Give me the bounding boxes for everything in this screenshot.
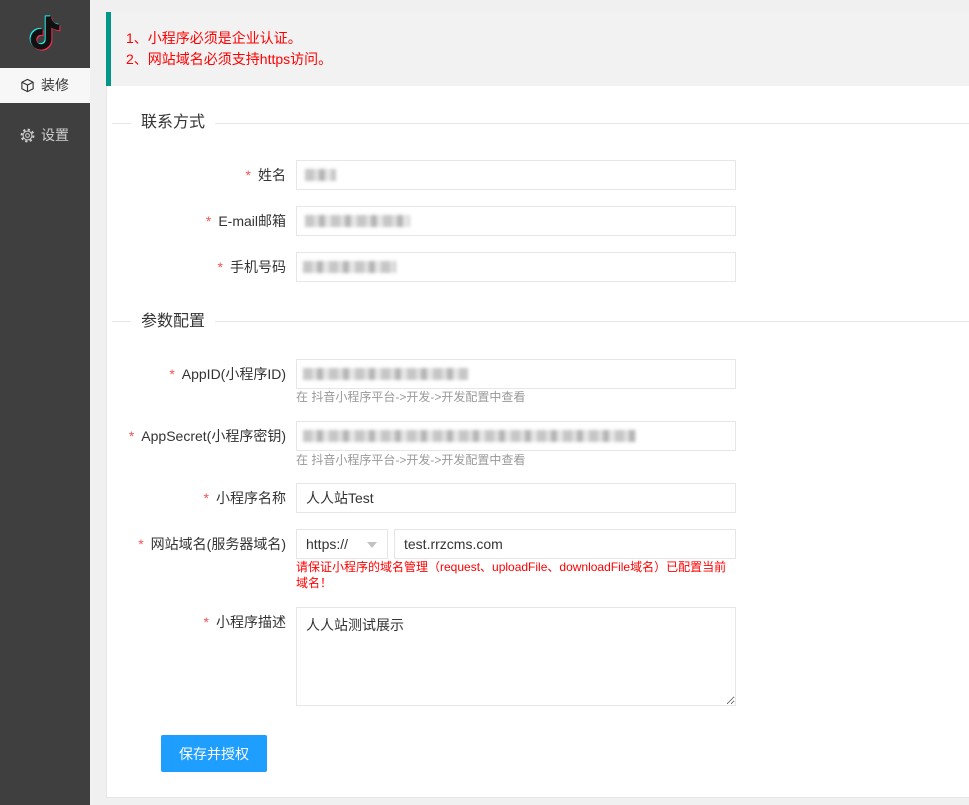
gear-icon [20,128,35,143]
required-mark: * [203,490,209,506]
appsecret-help-text: 在 抖音小程序平台->开发->开发配置中查看 [296,453,526,467]
sidebar-item-decorate[interactable]: 装修 [0,68,90,103]
name-label: * 姓名 [106,160,286,190]
notice-line: 1、小程序必须是企业认证。 [126,30,302,46]
app-name-input[interactable] [296,483,736,513]
appid-help-text: 在 抖音小程序平台->开发->开发配置中查看 [296,390,526,404]
sidebar-item-settings[interactable]: 设置 [0,118,90,153]
sidebar-item-label: 设置 [41,127,69,143]
email-label-text: E-mail邮箱 [218,213,286,229]
appid-label-text: AppID(小程序ID) [181,366,286,382]
mobile-label-text: 手机号码 [230,259,286,275]
protocol-select[interactable]: https:// [296,529,388,559]
tiktok-logo-icon [27,15,63,51]
protocol-select-value: https:// [306,536,349,552]
mobile-input[interactable] [296,252,736,282]
section-legend-params: 参数配置 [131,312,216,332]
appsecret-input[interactable] [296,421,736,451]
sidebar: 装修 设置 [0,0,90,805]
description-label-text: 小程序描述 [216,614,286,630]
notice-line: 2、网站域名必须支持https访问。 [126,51,333,67]
appsecret-label-text: AppSecret(小程序密钥) [141,428,286,444]
description-textarea[interactable]: 人人站测试展示 [296,607,736,706]
required-mark: * [169,366,175,382]
section-divider [112,321,969,322]
required-mark: * [128,428,135,444]
email-input[interactable] [296,206,736,236]
description-label: * 小程序描述 [106,607,286,637]
section-divider [112,123,969,124]
app-name-label: * 小程序名称 [106,483,286,513]
email-label: * E-mail邮箱 [106,206,286,236]
name-input[interactable] [296,160,736,190]
mobile-label: * 手机号码 [106,252,286,282]
section-legend-contact: 联系方式 [131,113,216,133]
chevron-down-icon [367,542,377,548]
domain-label: * 网站域名(服务器域名) [106,529,286,559]
notice-box: 1、小程序必须是企业认证。 2、网站域名必须支持https访问。 [106,12,969,86]
app-name-label-text: 小程序名称 [216,490,286,506]
cube-icon [20,78,35,93]
domain-label-text: 网站域名(服务器域名) [150,536,286,552]
appsecret-label: * AppSecret(小程序密钥) [106,421,286,451]
required-mark: * [138,536,144,552]
domain-warning-text: 请保证小程序的域名管理（request、uploadFile、downloadF… [296,560,727,590]
save-authorize-button[interactable]: 保存并授权 [161,735,267,772]
domain-input[interactable] [394,529,736,559]
sidebar-item-label: 装修 [41,77,69,93]
appid-input[interactable] [296,359,736,389]
required-mark: * [205,213,212,229]
name-label-text: 姓名 [258,167,286,183]
appid-label: * AppID(小程序ID) [106,359,286,389]
required-mark: * [245,167,251,183]
required-mark: * [203,614,209,630]
required-mark: * [217,259,223,275]
